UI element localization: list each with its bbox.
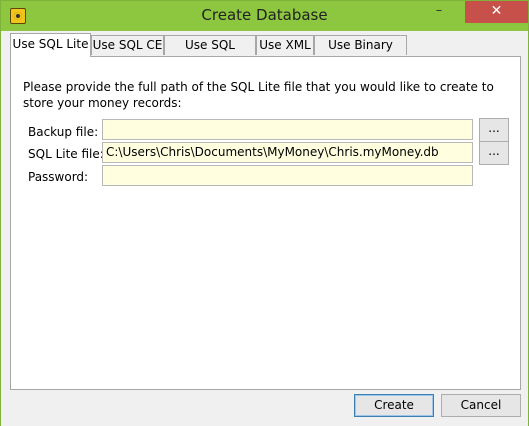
tab-use-sql-ce[interactable]: Use SQL CE bbox=[91, 35, 164, 55]
maximize-button[interactable] bbox=[453, 1, 465, 23]
backup-browse-button[interactable]: ... bbox=[479, 118, 509, 142]
minimize-button[interactable]: – bbox=[425, 1, 453, 23]
password-label: Password: bbox=[28, 170, 89, 184]
description-text: Please provide the full path of the SQL … bbox=[23, 80, 494, 110]
tab-use-sql-server[interactable]: Use SQL Server bbox=[164, 35, 256, 70]
create-database-window: Create Database – ✕ Use SQL Lite Use SQL… bbox=[0, 0, 529, 426]
sql-lite-file-label: SQL Lite file: bbox=[28, 147, 104, 161]
sql-lite-browse-button[interactable]: ... bbox=[479, 141, 509, 165]
backup-file-field[interactable] bbox=[102, 119, 473, 140]
close-button[interactable]: ✕ bbox=[465, 1, 528, 23]
tab-use-sql-lite[interactable]: Use SQL Lite bbox=[10, 33, 91, 57]
password-field[interactable] bbox=[102, 165, 473, 186]
tab-use-xml[interactable]: Use XML bbox=[256, 35, 314, 55]
title-bar[interactable]: Create Database – ✕ bbox=[1, 1, 528, 31]
backup-file-label: Backup file: bbox=[28, 125, 99, 139]
tab-use-binary-xml[interactable]: Use Binary XML bbox=[314, 35, 407, 70]
sql-lite-file-field[interactable]: C:\Users\Chris\Documents\MyMoney\Chris.m… bbox=[102, 142, 473, 163]
cancel-button[interactable]: Cancel bbox=[441, 394, 521, 417]
create-button[interactable]: Create bbox=[354, 394, 434, 417]
